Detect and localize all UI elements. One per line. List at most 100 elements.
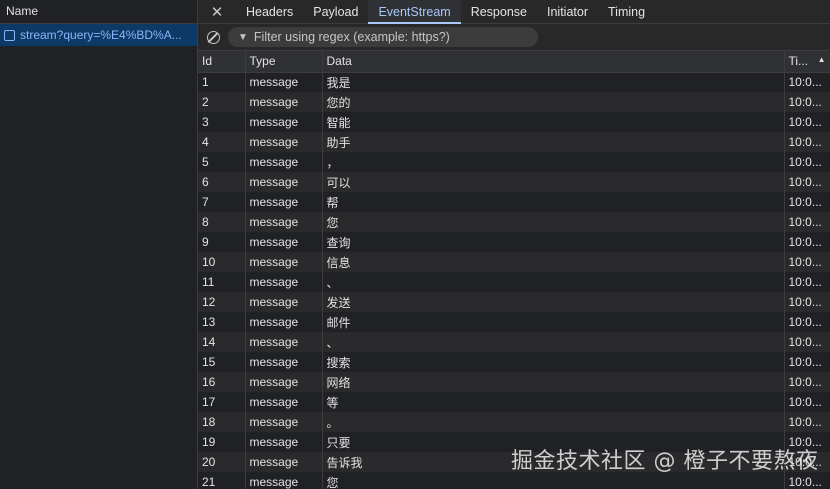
cell-id: 1 <box>198 72 246 92</box>
cell-type: message <box>245 112 323 132</box>
request-details: ✕ Headers Payload EventStream Response I… <box>198 0 830 489</box>
cell-type: message <box>245 292 323 312</box>
clear-icon[interactable] <box>198 30 228 44</box>
table-row[interactable]: 7 message 帮 10:0... <box>198 192 830 212</box>
table-row[interactable]: 18 message。 10:0... <box>198 412 830 432</box>
cell-id: 12 <box>198 292 246 312</box>
cell-data: 信息 <box>322 252 785 272</box>
cell-type: message <box>245 152 323 172</box>
cell-data: 、 <box>322 332 785 352</box>
cell-time: 10:0... <box>784 72 830 92</box>
cell-time: 10:0... <box>784 112 830 132</box>
devtools-network-panel: Name stream?query=%E4%BD%A... ✕ Headers … <box>0 0 830 489</box>
table-row[interactable]: 9 message 查询 10:0... <box>198 232 830 252</box>
cell-data: 您 <box>322 212 785 232</box>
funnel-icon: ▼ <box>238 31 248 43</box>
table-row[interactable]: 1 message 我是 10:0... <box>198 72 830 92</box>
cell-data: 等 <box>322 392 785 412</box>
table-row[interactable]: 6 message 可以 10:0... <box>198 172 830 192</box>
cell-id: 11 <box>198 272 246 292</box>
cell-time: 10:0... <box>784 312 830 332</box>
time-column-header[interactable]: Ti... ▲ <box>784 51 830 73</box>
request-list: Name stream?query=%E4%BD%A... <box>0 0 198 489</box>
cell-type: message <box>245 372 323 392</box>
sort-ascending-icon: ▲ <box>817 55 826 65</box>
table-row[interactable]: 2 message 您的 10:0... <box>198 92 830 112</box>
request-row-selected[interactable]: stream?query=%E4%BD%A... <box>0 24 197 46</box>
cell-time: 10:0... <box>784 232 830 252</box>
cell-id: 19 <box>198 432 246 452</box>
cell-type: message <box>245 92 323 112</box>
cell-data: 网络 <box>322 372 785 392</box>
filter-bar: ▼ Filter using regex (example: https?) <box>198 24 830 51</box>
id-column-header[interactable]: Id <box>198 51 246 73</box>
cell-time: 10:0... <box>784 212 830 232</box>
table-row[interactable]: 12 message 发送 10:0... <box>198 292 830 312</box>
tab-initiator[interactable]: Initiator <box>537 0 598 23</box>
cell-data: 、 <box>322 272 785 292</box>
cell-id: 2 <box>198 92 246 112</box>
cell-id: 9 <box>198 232 246 252</box>
time-header-label: Ti... <box>788 54 809 69</box>
cell-data: 我是 <box>322 72 785 92</box>
tab-response[interactable]: Response <box>461 0 537 23</box>
cell-data: ， <box>322 152 785 172</box>
cell-type: message <box>245 132 323 152</box>
cell-data: 您的 <box>322 92 785 112</box>
table-row[interactable]: 16 message 网络 10:0... <box>198 372 830 392</box>
cell-time: 10:0... <box>784 192 830 212</box>
cell-time: 10:0... <box>784 412 830 432</box>
cell-time: 10:0... <box>784 332 830 352</box>
cell-type: message <box>245 412 323 432</box>
close-icon[interactable]: ✕ <box>198 0 236 23</box>
cell-id: 8 <box>198 212 246 232</box>
tab-timing[interactable]: Timing <box>598 0 655 23</box>
cell-time: 10:0... <box>784 252 830 272</box>
watermark: 掘金技术社区 @ 橙子不要熬夜 <box>511 449 819 474</box>
table-row[interactable]: 4 message 助手 10:0... <box>198 132 830 152</box>
cell-data: 查询 <box>322 232 785 252</box>
cell-type: message <box>245 352 323 372</box>
table-row[interactable]: 14 message、 10:0... <box>198 332 830 352</box>
cell-type: message <box>245 272 323 292</box>
table-row[interactable]: 8 message 您 10:0... <box>198 212 830 232</box>
filter-input[interactable]: ▼ Filter using regex (example: https?) <box>228 27 538 47</box>
cell-data: 搜索 <box>322 352 785 372</box>
table-row[interactable]: 17 message 等 10:0... <box>198 392 830 412</box>
cell-data: 助手 <box>322 132 785 152</box>
name-column-header[interactable]: Name <box>0 0 197 24</box>
cell-type: message <box>245 72 323 92</box>
table-row[interactable]: 5 message， 10:0... <box>198 152 830 172</box>
cell-type: message <box>245 432 323 452</box>
data-column-header[interactable]: Data <box>322 51 785 73</box>
cell-id: 6 <box>198 172 246 192</box>
cell-time: 10:0... <box>784 372 830 392</box>
table-row[interactable]: 3 message 智能 10:0... <box>198 112 830 132</box>
tab-payload[interactable]: Payload <box>303 0 368 23</box>
cell-type: message <box>245 392 323 412</box>
document-icon <box>4 29 15 41</box>
table-row[interactable]: 15 message 搜索 10:0... <box>198 352 830 372</box>
table-header-row: Id Type Data Ti... ▲ <box>198 51 830 73</box>
cell-type: message <box>245 472 323 489</box>
tab-headers[interactable]: Headers <box>236 0 303 23</box>
tab-eventstream[interactable]: EventStream <box>368 0 461 24</box>
table-row[interactable]: 13 message 邮件 10:0... <box>198 312 830 332</box>
cell-data: 。 <box>322 412 785 432</box>
cell-type: message <box>245 212 323 232</box>
cell-type: message <box>245 252 323 272</box>
cell-id: 18 <box>198 412 246 432</box>
type-column-header[interactable]: Type <box>245 51 323 73</box>
cell-type: message <box>245 312 323 332</box>
table-row[interactable]: 10 message 信息 10:0... <box>198 252 830 272</box>
cell-id: 16 <box>198 372 246 392</box>
cell-id: 21 <box>198 472 246 489</box>
filter-placeholder: Filter using regex (example: https?) <box>253 30 450 44</box>
cell-data: 智能 <box>322 112 785 132</box>
cell-time: 10:0... <box>784 292 830 312</box>
cell-id: 5 <box>198 152 246 172</box>
cell-id: 7 <box>198 192 246 212</box>
cell-id: 14 <box>198 332 246 352</box>
table-row[interactable]: 11 message、 10:0... <box>198 272 830 292</box>
cell-type: message <box>245 192 323 212</box>
